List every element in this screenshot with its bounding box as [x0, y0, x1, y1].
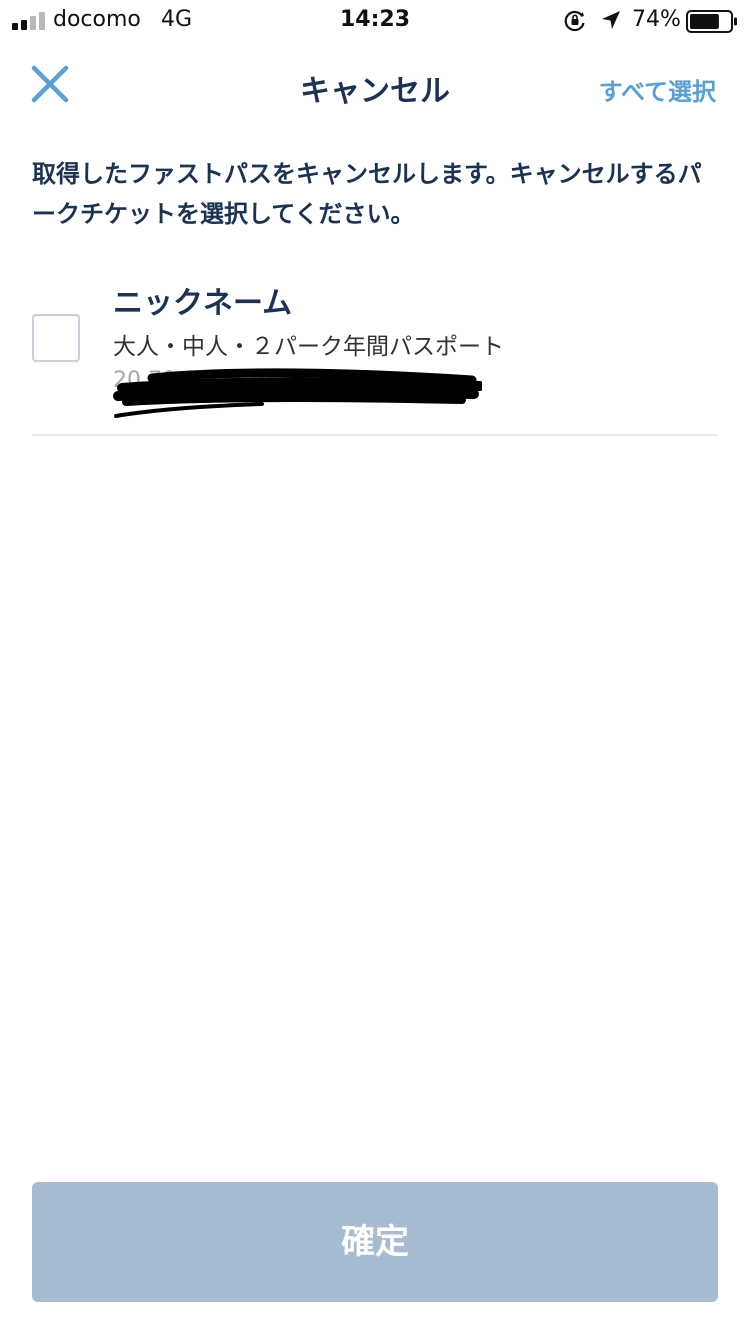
redaction-scribble — [113, 368, 482, 418]
location-arrow-icon — [602, 11, 620, 29]
app-screen: docomo 4G 14:23 74% キャンセル すべて選択 取得したファスト… — [0, 0, 750, 1334]
ticket-nickname: ニックネーム — [113, 286, 293, 321]
ticket-list-item[interactable]: ニックネーム 大人・中人・２パーク年間パスポート 20 70 0 01519 0 — [32, 270, 718, 435]
row-divider — [32, 434, 718, 436]
ticket-type: 大人・中人・２パーク年間パスポート — [113, 334, 504, 360]
select-all-button[interactable]: すべて選択 — [599, 72, 716, 107]
rotation-lock-icon — [564, 10, 585, 32]
battery-percent: 74% — [632, 7, 681, 32]
confirm-button[interactable]: 確定 — [32, 1182, 718, 1302]
cancel-instructions: 取得したファストパスをキャンセルします。キャンセルするパークチケットを選択してく… — [32, 160, 702, 228]
status-bar: docomo 4G 14:23 74% — [0, 0, 750, 40]
battery-icon — [686, 10, 737, 33]
ticket-checkbox[interactable] — [32, 314, 80, 362]
